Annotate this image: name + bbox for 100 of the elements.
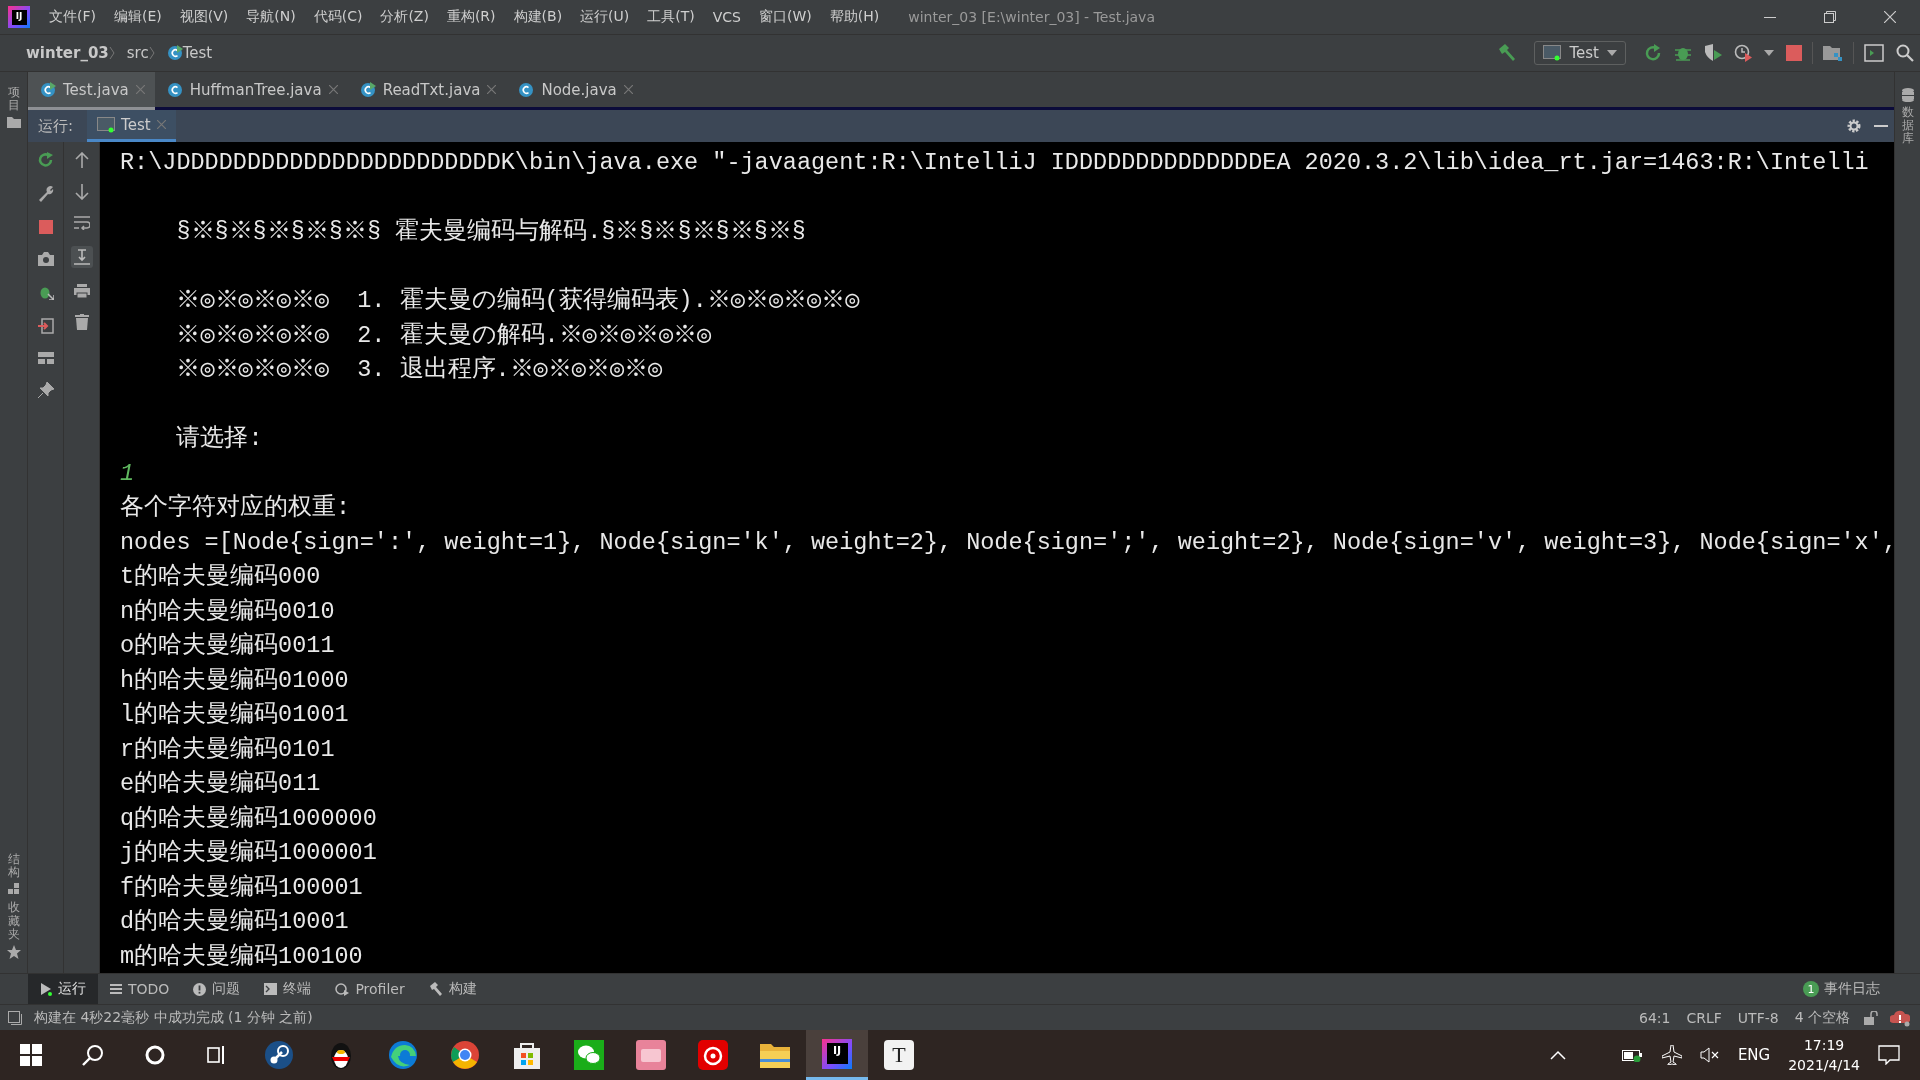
settings-icon[interactable] <box>1846 118 1862 134</box>
console-line: o的哈夫曼编码0011 <box>120 632 335 659</box>
tool-window-label[interactable]: 结构 <box>7 853 20 880</box>
menu-item[interactable]: 运行(U) <box>571 4 639 30</box>
taskbar-item[interactable]: IJ <box>806 1030 868 1080</box>
round-app-icon[interactable] <box>264 1040 294 1070</box>
status-item[interactable]: UTF-8 <box>1737 1009 1779 1026</box>
tool-window-label[interactable]: 数据库 <box>1901 106 1914 146</box>
up-arrow-icon[interactable] <box>74 152 89 168</box>
exit-icon[interactable] <box>37 318 54 334</box>
tool-window-tab[interactable]: 终端 <box>252 974 324 1004</box>
battery-icon[interactable] <box>1621 1048 1644 1062</box>
console-line: ※◎※◎※◎※◎ 1. 霍夫曼の编码(获得编码表).※◎※◎※◎※◎ <box>175 287 860 314</box>
penguin-icon[interactable] <box>328 1040 354 1070</box>
menu-item[interactable]: 窗口(W) <box>750 4 821 30</box>
down-arrow-icon[interactable] <box>74 184 89 200</box>
project-structure-icon[interactable] <box>1823 44 1843 62</box>
rerun-icon[interactable] <box>37 152 54 168</box>
breadcrumb-item[interactable]: src <box>126 44 149 62</box>
window-title: winter_03 [E:\winter_03] - Test.java <box>908 9 1156 25</box>
runnable-class-icon <box>40 81 56 98</box>
event-log-button[interactable]: 1 事件日志 <box>1803 974 1920 1004</box>
chevron-icon <box>108 46 115 60</box>
muted-speaker-icon[interactable] <box>1699 1047 1720 1063</box>
trash-icon[interactable] <box>74 314 89 330</box>
clock[interactable]: 17:19 2021/4/14 <box>1788 1035 1860 1075</box>
editor-tab[interactable]: Test.java <box>28 72 155 110</box>
wave-browser-icon[interactable] <box>388 1040 418 1070</box>
windows-icon[interactable] <box>20 1044 42 1066</box>
caret-icon <box>1607 50 1617 56</box>
shopping-bag-icon[interactable] <box>513 1040 541 1070</box>
restore-icon[interactable] <box>1824 11 1836 23</box>
chevron-up-icon[interactable] <box>1549 1050 1566 1060</box>
run-tab[interactable]: Test <box>87 110 176 142</box>
layout-icon[interactable] <box>37 352 54 364</box>
search-icon[interactable] <box>1896 44 1914 62</box>
taskbar-item[interactable]: T <box>868 1030 930 1080</box>
run-panel-label: 运行: <box>38 116 74 136</box>
airplane-icon[interactable] <box>1661 1045 1682 1065</box>
panel-toggle-icon[interactable] <box>8 1010 22 1025</box>
caret-icon[interactable] <box>1764 50 1774 56</box>
error-cloud-icon[interactable] <box>1890 1008 1910 1027</box>
tool-window-tab[interactable]: 运行 <box>28 974 98 1004</box>
hammer-icon[interactable] <box>1498 44 1517 62</box>
browser-icon[interactable] <box>450 1040 480 1070</box>
structure-icon <box>7 883 20 896</box>
unlock-icon[interactable] <box>1864 1010 1878 1025</box>
menu-item[interactable]: 文件(F) <box>40 4 105 30</box>
menu-item[interactable]: 帮助(H) <box>820 4 889 30</box>
music-icon[interactable] <box>698 1040 728 1070</box>
language-indicator[interactable]: ENG <box>1737 1046 1771 1064</box>
menu-item[interactable]: 构建(B) <box>504 4 572 30</box>
close-icon[interactable] <box>1884 11 1896 23</box>
menu-item[interactable]: 重构(R) <box>437 4 505 30</box>
tool-window-tab[interactable]: 问题 <box>181 974 253 1004</box>
soft-wrap-icon[interactable] <box>73 216 90 230</box>
breadcrumb-item[interactable]: Test <box>182 44 213 62</box>
stop-icon[interactable] <box>38 220 53 234</box>
editor-tab[interactable]: ReadTxt.java <box>347 72 507 110</box>
notification-icon[interactable] <box>1878 1045 1900 1065</box>
terminal-window-icon[interactable] <box>1864 44 1884 62</box>
tool-window-tab[interactable]: 构建 <box>416 974 489 1004</box>
editor-tab[interactable]: Node.java <box>506 72 643 110</box>
menu-item[interactable]: 代码(C) <box>304 4 372 30</box>
tool-window-tab[interactable]: TODO <box>98 974 182 1004</box>
status-item[interactable]: 64:1 <box>1639 1009 1671 1026</box>
menu-item[interactable]: VCS <box>703 5 750 29</box>
tool-window-tab[interactable]: Profiler <box>323 974 417 1004</box>
app-tile-icon[interactable] <box>636 1040 666 1070</box>
ide-app-icon[interactable]: IJ <box>822 1038 852 1069</box>
run-config-dropdown[interactable]: Test <box>1534 41 1626 65</box>
scroll-to-end-icon[interactable] <box>73 249 90 265</box>
profile-icon[interactable] <box>1734 44 1752 62</box>
menu-item[interactable]: 工具(T) <box>638 4 704 30</box>
camera-icon[interactable] <box>37 252 54 266</box>
menu-item[interactable]: 分析(Z) <box>371 4 438 30</box>
console-line: 各个字符对应的权重: <box>120 494 351 521</box>
menu-item[interactable]: 视图(V) <box>170 4 238 30</box>
tool-window-label[interactable]: 项目 <box>7 86 20 113</box>
console-line: 请选择: <box>175 425 263 452</box>
tool-window-label[interactable]: 收藏夹 <box>7 901 20 941</box>
menu-item[interactable]: 导航(N) <box>237 4 305 30</box>
status-item[interactable]: CRLF <box>1686 1009 1722 1026</box>
hammer-icon <box>428 982 443 996</box>
folder-icon[interactable] <box>760 1042 790 1068</box>
pin-icon[interactable] <box>37 382 54 398</box>
editor-app-icon[interactable]: T <box>884 1040 914 1070</box>
wrench-icon[interactable] <box>37 186 54 202</box>
rerun-icon[interactable] <box>1644 44 1662 62</box>
terminal-icon <box>264 983 278 995</box>
search-icon[interactable] <box>82 1044 104 1066</box>
breadcrumb-item[interactable]: winter_03 <box>26 44 109 62</box>
menu-item[interactable]: 编辑(E) <box>105 4 171 30</box>
console-line: ※◎※◎※◎※◎ 2. 霍夫曼の解码.※◎※◎※◎※◎ <box>175 321 712 349</box>
status-item[interactable]: 4 个空格 <box>1794 1008 1850 1027</box>
coverage-icon[interactable] <box>1704 44 1722 62</box>
play-icon <box>40 982 52 996</box>
ring-icon[interactable] <box>144 1044 166 1066</box>
editor-tab[interactable]: HuffmanTree.java <box>154 72 348 110</box>
printer-icon[interactable] <box>73 284 90 298</box>
